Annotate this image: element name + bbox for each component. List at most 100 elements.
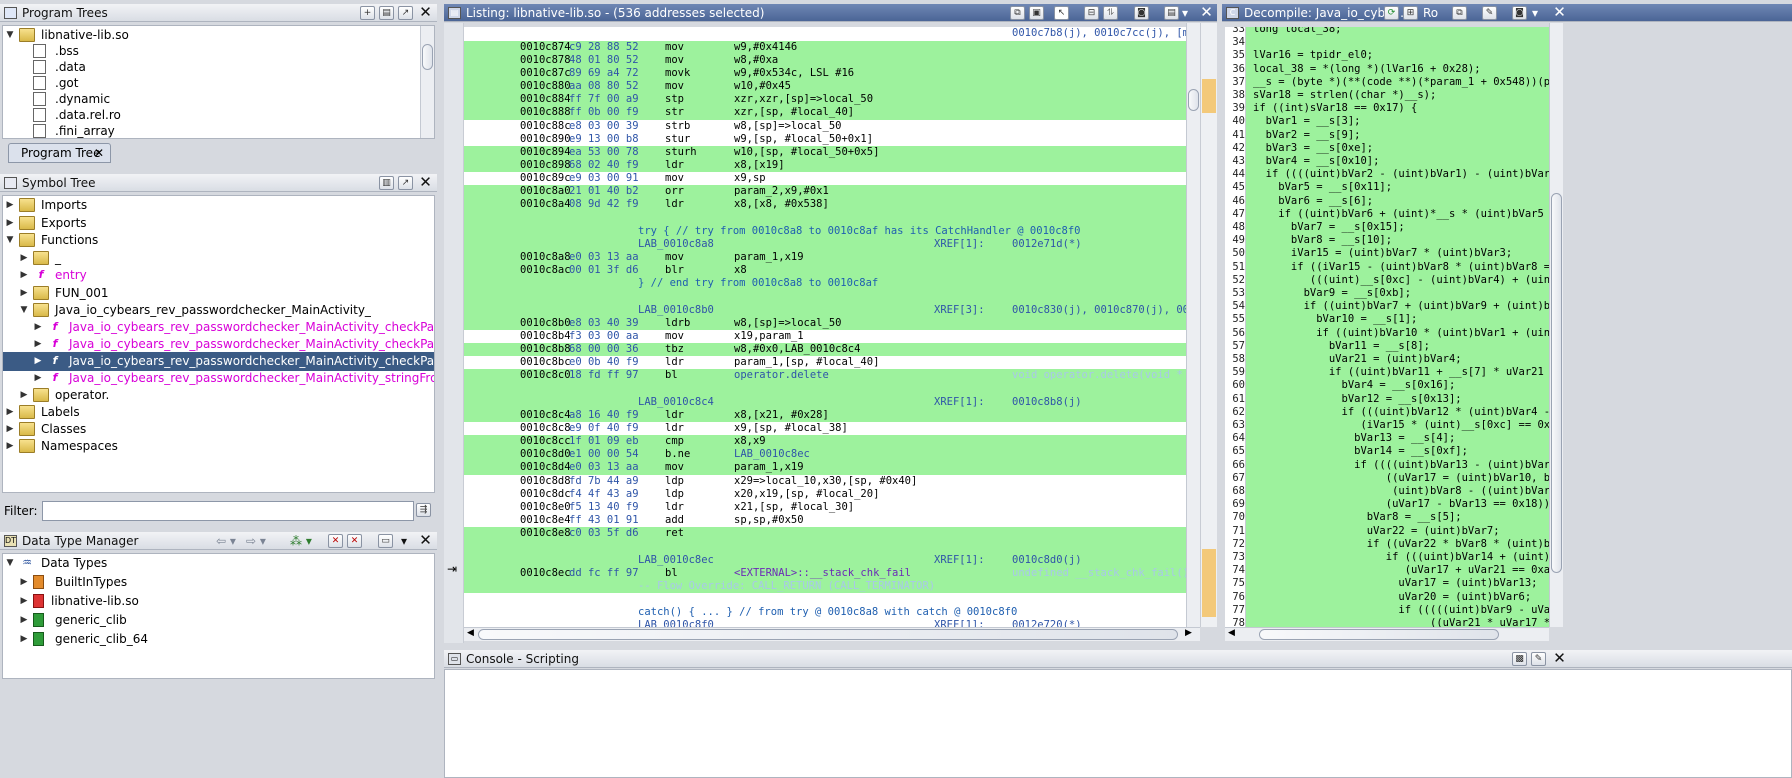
symbol-tree-view[interactable]: ▶ Imports ▶ Exports ▼ Functions ▶ _ ▶ f … (2, 195, 435, 493)
filter-array-icon[interactable]: ✕ (328, 534, 343, 548)
program-tree-scrollbar[interactable] (420, 26, 434, 138)
instruction-operands[interactable]: x8,x9 (734, 435, 766, 448)
program-tree-tab[interactable]: Program Tree ✕ (8, 143, 111, 163)
instruction-address[interactable]: 0010c8e4 (520, 514, 571, 527)
decompile-line[interactable]: 47 if ((uint)bVar6 + (uint)*__s * (uint)… (1225, 207, 1549, 221)
close-tab-icon[interactable]: ✕ (94, 144, 104, 162)
code-text[interactable]: uVar22 = (uint)bVar7; (1253, 525, 1500, 538)
listing-row[interactable] (464, 211, 1186, 225)
scroll-left-icon[interactable]: ◀ (467, 628, 474, 638)
code-text[interactable]: bVar4 = __s[0x16]; (1253, 379, 1456, 392)
listing-row[interactable]: LAB_0010c8f0 XREF[1]: 0012e720(*) (464, 619, 1186, 627)
instruction-operands[interactable]: w9,#0x534c, LSL #16 (734, 67, 854, 80)
expand-arrow-icon[interactable]: ▶ (5, 196, 15, 215)
code-label[interactable]: LAB_0010c8b0 (638, 304, 714, 317)
instruction-address[interactable]: 0010c8c4 (520, 409, 571, 422)
tree-item-generic-clib-64[interactable]: ▶ generic_clib_64 (3, 630, 434, 649)
decompile-line[interactable]: 46 bVar6 = __s[6]; (1225, 194, 1549, 208)
clear-console-icon[interactable]: ▩ (1512, 652, 1527, 666)
listing-row[interactable] (464, 540, 1186, 554)
snapshot-icon[interactable]: ◙ (1512, 6, 1527, 20)
instruction-address[interactable]: 0010c890 (520, 133, 571, 146)
code-text[interactable]: (uVar17 + uVar21 == 0xae)) { (1253, 564, 1549, 577)
tree-item-entry[interactable]: ▶ f entry (3, 266, 434, 285)
code-text[interactable]: bVar12 = __s[0x13]; (1253, 393, 1462, 406)
instruction-mnemonic[interactable]: ret (665, 527, 684, 540)
ro-toggle-icon[interactable]: Ro (1423, 4, 1438, 22)
code-text[interactable]: bVar4 = __s[0x10]; (1253, 155, 1380, 168)
instruction-operands[interactable]: sp,sp,#0x50 (734, 514, 804, 527)
instruction-operands[interactable]: param_1,x19 (734, 251, 804, 264)
instruction-operands[interactable]: w8,#0x0,LAB_0010c8c4 (734, 343, 860, 356)
code-text[interactable]: if ((((uint)bVar13 - (uint)bVar14 * (uin… (1253, 459, 1549, 472)
snapshot-icon[interactable]: ◙ (1134, 6, 1149, 20)
decompile-view[interactable]: 33 long local_38; 34 35 lVar16 = tpidr_el0; 3… (1225, 27, 1549, 627)
expand-arrow-icon[interactable]: ▶ (19, 592, 29, 611)
code-text[interactable]: bVar13 = __s[4]; (1253, 432, 1455, 445)
code-text[interactable]: if ((uint)bVar6 + (uint)*__s * (uint)bVa… (1253, 208, 1549, 221)
listing-row[interactable]: 0010c888 ff 0b 00 f9 str xzr,[sp, #local_40… (464, 106, 1186, 120)
decompile-line[interactable]: 41 bVar2 = __s[9]; (1225, 128, 1549, 142)
decompile-line[interactable]: 68 (uint)bVar8 - ((uint)bVar11 + (uint) (1225, 485, 1549, 499)
forward-arrow-icon[interactable]: ⇨ ▾ (246, 532, 266, 550)
instruction-address[interactable]: 0010c8a8 (520, 251, 571, 264)
code-text[interactable]: bVar2 = __s[9]; (1253, 129, 1361, 142)
listing-row[interactable]: 0010c8ec dd fc ff 97 bl <EXTERNAL>::__stack… (464, 566, 1186, 580)
decompile-line[interactable]: 49 bVar8 = __s[10]; (1225, 234, 1549, 248)
listing-row[interactable]: 0010c880 aa 08 80 52 mov w10,#0x45 (464, 80, 1186, 94)
close-console-icon[interactable]: ✕ (1552, 651, 1567, 666)
collapse-arrow-icon[interactable]: ▼ (5, 554, 15, 573)
instruction-operands[interactable]: x9,sp (734, 172, 766, 185)
instruction-mnemonic[interactable]: mov (665, 54, 684, 67)
instruction-mnemonic[interactable]: ldr (665, 422, 684, 435)
instruction-address[interactable]: 0010c88c (520, 120, 571, 133)
filter-pointer-icon[interactable]: ✕ (347, 534, 362, 548)
code-text[interactable]: long local_38; (1253, 27, 1342, 36)
diff-icon[interactable]: ⥮ (1103, 6, 1118, 20)
listing-row[interactable]: LAB_0010c8b0 XREF[3]: 0010c830(j), 0010c87… (464, 303, 1186, 317)
decompile-line[interactable]: 48 bVar7 = __s[0x15]; (1225, 221, 1549, 235)
decompile-line[interactable]: 67 ((uVar17 = (uint)bVar10, bVar10 * uVa (1225, 471, 1549, 485)
xref-value[interactable]: 0012e71d(*) (1012, 238, 1082, 251)
listing-row[interactable]: 0010c8d0 e1 00 00 54 b.ne LAB_0010c8ec (464, 448, 1186, 462)
decompile-line[interactable]: 70 bVar8 = __s[5]; (1225, 511, 1549, 525)
listing-row[interactable]: 0010c8c8 e9 0f 40 f9 ldr x9,[sp, #local_38] (464, 422, 1186, 435)
listing-row[interactable]: 0010c88c e8 03 00 39 strb w8,[sp]=>local_50 (464, 120, 1186, 133)
instruction-mnemonic[interactable]: orr (665, 185, 684, 198)
instruction-operands[interactable]: w8,#0xa (734, 54, 778, 67)
instruction-operands[interactable]: param_1,x19 (734, 461, 804, 474)
code-text[interactable]: bVar10 = __s[1]; (1253, 313, 1417, 326)
instruction-address[interactable]: 0010c8e0 (520, 501, 571, 514)
edit-fields-icon[interactable]: ⊟ (1084, 6, 1099, 20)
listing-row[interactable]: 0010c8e8 c0 03 5f d6 ret (464, 527, 1186, 541)
scrollbar-thumb[interactable] (1259, 629, 1499, 640)
close-symbol-tree-icon[interactable]: ✕ (418, 175, 433, 190)
decompile-line[interactable]: 45 bVar5 = __s[0x11]; (1225, 181, 1549, 195)
code-text[interactable]: bVar8 = __s[10]; (1253, 234, 1392, 247)
instruction-address[interactable]: 0010c8cc (520, 435, 571, 448)
decompile-line[interactable]: 64 bVar13 = __s[4]; (1225, 432, 1549, 446)
instruction-address[interactable]: 0010c894 (520, 146, 571, 159)
tree-item-fini-array[interactable]: .fini_array (3, 122, 434, 138)
clipboard-icon[interactable]: ▥ (379, 176, 394, 190)
decompile-line[interactable]: 37 __s = (byte *)(**(code **)(*param_1 + … (1225, 75, 1549, 89)
instruction-mnemonic[interactable]: ldr (665, 198, 684, 211)
decompile-line[interactable]: 61 bVar12 = __s[0x13]; (1225, 392, 1549, 406)
listing-row[interactable]: 0010c890 e9 13 00 b8 stur w9,[sp, #local_50… (464, 133, 1186, 146)
instruction-mnemonic[interactable]: ldp (665, 488, 684, 501)
decompile-line[interactable]: 58 uVar21 = (uint)bVar4; (1225, 353, 1549, 367)
tree-item-builtintypes[interactable]: ▶ BuiltInTypes (3, 573, 434, 592)
code-text[interactable]: if (((((uint)bVar9 - uVar20 * uVar (1253, 604, 1549, 617)
instruction-operands[interactable]: LAB_0010c8ec (734, 448, 810, 461)
instruction-address[interactable]: 0010c8b4 (520, 330, 571, 343)
decompile-line[interactable]: 44 if ((((uint)bVar2 - (uint)bVar1) - (u… (1225, 168, 1549, 182)
instruction-operands[interactable]: w10,[sp, #local_50+0x5] (734, 146, 879, 159)
listing-row[interactable]: try { // try from 0010c8a8 to 0010c8af h… (464, 224, 1186, 239)
decompile-vertical-scrollbar[interactable] (1549, 23, 1563, 627)
listing-row[interactable]: 0010c8b0 e8 03 40 39 ldrb w8,[sp]=>local_50 (464, 316, 1186, 331)
scrollbar-thumb[interactable] (478, 629, 1178, 640)
data-type-tree[interactable]: ▼ ♒ Data Types ▶ BuiltInTypes ▶ libnativ… (2, 553, 435, 679)
close-data-type-manager-icon[interactable]: ✕ (418, 533, 433, 548)
instruction-address[interactable]: 0010c89c (520, 172, 571, 185)
export-icon[interactable]: ↗ (398, 176, 413, 190)
